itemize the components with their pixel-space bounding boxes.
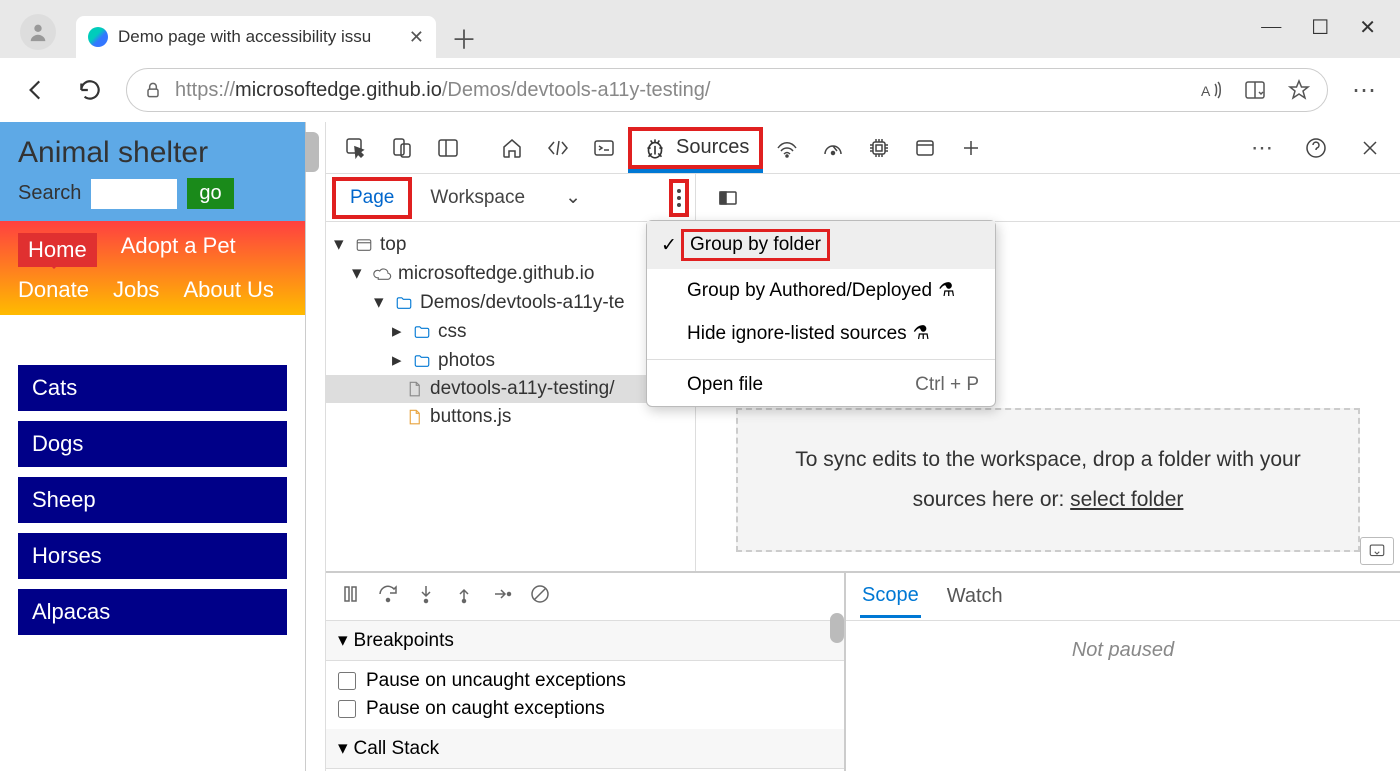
tree-file-html[interactable]: devtools-a11y-testing/ (326, 375, 695, 403)
favorite-icon[interactable] (1287, 78, 1311, 102)
devtools-more-icon[interactable]: ⋯ (1240, 126, 1284, 170)
nav-donate[interactable]: Donate (18, 277, 89, 303)
chevron-down-icon: ⌄ (565, 186, 581, 209)
welcome-tab-icon[interactable] (490, 126, 534, 170)
reader-icon[interactable] (1243, 78, 1267, 102)
nav-about[interactable]: About Us (183, 277, 274, 303)
pane-splitter[interactable] (305, 122, 325, 771)
devtools-toolbar: Sources ⋯ (326, 122, 1400, 174)
navigator-pane: Page Workspace ⌄ top microsoftedge.githu… (326, 174, 696, 571)
close-window-button[interactable]: ✕ (1359, 15, 1376, 40)
nav-adopt[interactable]: Adopt a Pet (121, 233, 236, 267)
menu-open-file[interactable]: Open fileCtrl + P (647, 364, 995, 406)
category-alpacas[interactable]: Alpacas (18, 589, 287, 635)
debugger-left-pane: ▾Breakpoints Pause on uncaught exception… (326, 573, 846, 771)
not-paused-label: Not paused (846, 621, 1400, 771)
maximize-button[interactable]: ☐ (1311, 15, 1329, 40)
more-tabs-button[interactable] (949, 126, 993, 170)
nav-jobs[interactable]: Jobs (113, 277, 159, 303)
menu-group-by-folder[interactable]: Group by folder (647, 221, 995, 269)
deactivate-breakpoints-button[interactable] (528, 582, 552, 611)
step-into-button[interactable] (414, 582, 438, 611)
inspect-icon[interactable] (334, 126, 378, 170)
sources-tab[interactable]: Sources (628, 127, 763, 169)
profile-button[interactable] (20, 14, 56, 50)
back-button[interactable] (18, 72, 54, 108)
bug-icon (642, 135, 668, 161)
search-input[interactable] (91, 179, 177, 209)
flask-icon: ⚗ (938, 279, 955, 302)
main-nav: Home Adopt a Pet Donate Jobs About Us (0, 221, 305, 315)
debugger-toolbar (326, 573, 844, 621)
debugger-right-pane: Scope Watch Not paused (846, 573, 1400, 771)
page-tab[interactable]: Page (332, 177, 412, 219)
tab-title: Demo page with accessibility issu (118, 27, 371, 47)
toggle-drawer-icon[interactable] (1360, 537, 1394, 565)
search-go-button[interactable]: go (187, 178, 233, 209)
menu-group-by-authored[interactable]: Group by Authored/Deployed⚗ (647, 269, 995, 312)
url-text: https://microsoftedge.github.io/Demos/de… (175, 79, 710, 102)
network-tab-icon[interactable] (765, 126, 809, 170)
watch-tab[interactable]: Watch (945, 577, 1005, 616)
browser-titlebar: Demo page with accessibility issu ✕ ＋ — … (0, 0, 1400, 58)
tree-folder-photos[interactable]: photos (326, 346, 695, 375)
svg-text:A: A (1201, 83, 1211, 99)
step-out-button[interactable] (452, 582, 476, 611)
navigator-context-menu: Group by folder Group by Authored/Deploy… (646, 220, 996, 407)
tree-file-js[interactable]: buttons.js (326, 403, 695, 431)
category-cats[interactable]: Cats (18, 365, 287, 411)
search-label: Search (18, 182, 81, 205)
dock-icon[interactable] (426, 126, 470, 170)
devtools-panel: Sources ⋯ Page Workspace (325, 122, 1400, 771)
lock-icon (143, 80, 163, 100)
nav-home[interactable]: Home (18, 233, 97, 267)
read-aloud-icon[interactable]: A (1199, 78, 1223, 102)
edge-icon (88, 27, 108, 47)
performance-tab-icon[interactable] (811, 126, 855, 170)
file-tree: top microsoftedge.github.io Demos/devtoo… (326, 222, 695, 571)
show-navigator-icon[interactable] (706, 176, 750, 220)
step-over-button[interactable] (376, 582, 400, 611)
device-icon[interactable] (380, 126, 424, 170)
address-bar[interactable]: https://microsoftedge.github.io/Demos/de… (126, 68, 1328, 112)
workspace-tab[interactable]: Workspace ⌄ (416, 180, 595, 215)
step-button[interactable] (490, 582, 514, 611)
browser-toolbar: https://microsoftedge.github.io/Demos/de… (0, 58, 1400, 122)
new-tab-button[interactable]: ＋ (444, 18, 484, 58)
console-tab-icon[interactable] (582, 126, 626, 170)
application-tab-icon[interactable] (903, 126, 947, 170)
navigator-more-button[interactable] (669, 179, 689, 217)
minimize-button[interactable]: — (1261, 15, 1281, 40)
tree-top[interactable]: top (326, 230, 695, 259)
pause-caught-checkbox[interactable] (338, 700, 356, 718)
kebab-icon (677, 189, 681, 207)
tree-folder-demos[interactable]: Demos/devtools-a11y-te (326, 288, 695, 317)
breakpoints-section[interactable]: ▾Breakpoints (326, 621, 844, 661)
flask-icon: ⚗ (913, 322, 930, 345)
scope-tab[interactable]: Scope (860, 576, 921, 618)
menu-hide-ignore-listed[interactable]: Hide ignore-listed sources⚗ (647, 312, 995, 355)
category-dogs[interactable]: Dogs (18, 421, 287, 467)
browser-tab[interactable]: Demo page with accessibility issu ✕ (76, 16, 436, 58)
refresh-button[interactable] (72, 72, 108, 108)
category-list: Cats Dogs Sheep Horses Alpacas (0, 315, 305, 635)
tab-close-button[interactable]: ✕ (409, 27, 424, 48)
elements-tab-icon[interactable] (536, 126, 580, 170)
workspace-drop-zone[interactable]: To sync edits to the workspace, drop a f… (736, 408, 1360, 552)
webpage-content: Animal shelter Search go Home Adopt a Pe… (0, 122, 305, 771)
tree-host[interactable]: microsoftedge.github.io (326, 259, 695, 288)
pause-uncaught-checkbox[interactable] (338, 672, 356, 690)
devtools-close-icon[interactable] (1348, 126, 1392, 170)
category-sheep[interactable]: Sheep (18, 477, 287, 523)
tree-folder-css[interactable]: css (326, 317, 695, 346)
memory-tab-icon[interactable] (857, 126, 901, 170)
page-title: Animal shelter (18, 136, 287, 170)
help-icon[interactable] (1294, 126, 1338, 170)
category-horses[interactable]: Horses (18, 533, 287, 579)
more-button[interactable]: ⋯ (1346, 72, 1382, 108)
window-controls: — ☐ ✕ (1261, 15, 1400, 58)
callstack-section[interactable]: ▾Call Stack (326, 729, 844, 769)
pause-button[interactable] (338, 582, 362, 611)
select-folder-link[interactable]: select folder (1070, 488, 1183, 511)
